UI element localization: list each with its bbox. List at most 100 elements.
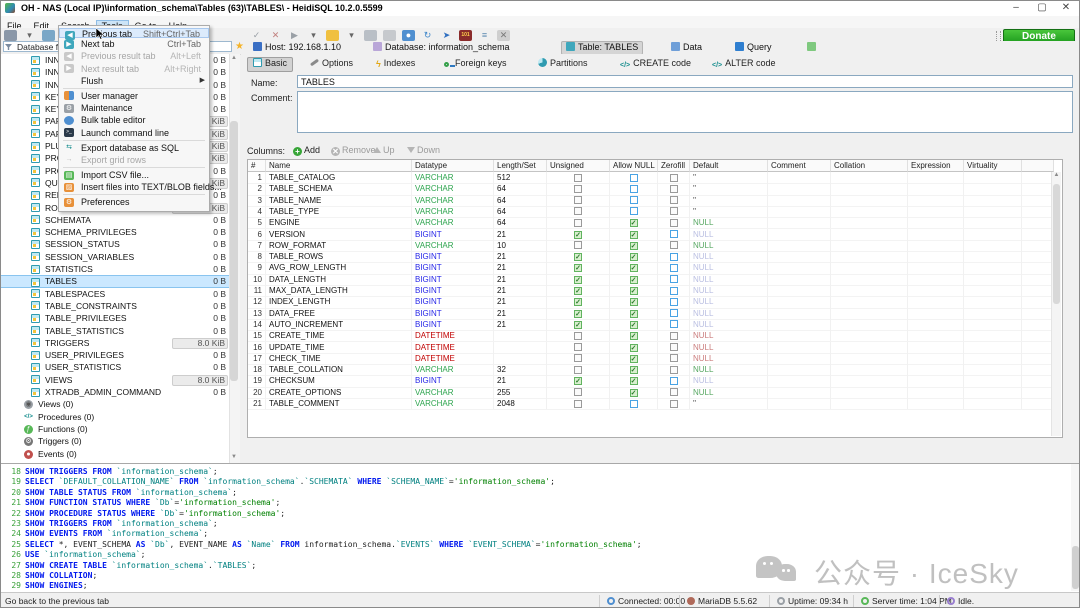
tree-item-table[interactable]: TABLE_CONSTRAINTS0 B [1, 300, 238, 312]
cell[interactable]: '' [690, 398, 768, 409]
cell[interactable]: TABLE_COMMENT [266, 398, 412, 409]
cell[interactable] [768, 330, 831, 341]
cell[interactable]: 3 [248, 195, 266, 206]
cell[interactable]: NULL [690, 375, 768, 386]
menu-item-export-database-as-sql[interactable]: ⇆Export database as SQL [59, 142, 209, 154]
menu-item-bulk-table-editor[interactable]: Bulk table editor [59, 114, 209, 126]
cell[interactable] [831, 353, 908, 364]
cell[interactable]: 12 [248, 296, 266, 307]
cell[interactable]: 19 [248, 375, 266, 386]
cell[interactable] [768, 195, 831, 206]
checkbox-checked[interactable]: ✓ [630, 287, 638, 295]
menu-item-flush[interactable]: Flush▶ [59, 75, 209, 87]
cell[interactable]: CREATE_OPTIONS [266, 387, 412, 398]
checkbox-checked[interactable]: ✓ [574, 321, 582, 329]
cell[interactable]: NULL [690, 262, 768, 273]
cell[interactable]: 21 [494, 375, 547, 386]
checkbox-unchecked[interactable] [630, 185, 638, 193]
search-icon[interactable]: ● [402, 30, 415, 41]
cell[interactable]: BIGINT [412, 251, 494, 262]
tree-scrollbar-thumb[interactable] [230, 121, 238, 381]
cell[interactable] [964, 387, 1022, 398]
cell[interactable] [1022, 285, 1054, 296]
column-header-default[interactable]: Default [690, 160, 768, 172]
cell[interactable] [831, 206, 908, 217]
log-scrollbar-thumb[interactable] [1072, 546, 1079, 589]
cell[interactable]: BIGINT [412, 319, 494, 330]
grid-scroll-up-icon[interactable]: ▲ [1052, 172, 1061, 178]
cell[interactable] [768, 217, 831, 228]
cell[interactable] [831, 217, 908, 228]
refresh-icon[interactable]: ↻ [421, 30, 434, 41]
tree-item-triggers[interactable]: ⚙Triggers (0) [1, 435, 238, 447]
checkbox-disabled[interactable] [670, 343, 678, 351]
tree-item-table[interactable]: SESSION_VARIABLES0 B [1, 251, 238, 263]
checkbox-unchecked[interactable] [670, 253, 678, 261]
cell[interactable] [768, 240, 831, 251]
cell[interactable] [831, 229, 908, 240]
cell[interactable] [964, 342, 1022, 353]
cell[interactable]: BIGINT [412, 262, 494, 273]
cell[interactable]: VARCHAR [412, 217, 494, 228]
cell[interactable]: 1 [248, 172, 266, 183]
cell[interactable]: 9 [248, 262, 266, 273]
column-header-zerofill[interactable]: Zerofill [658, 160, 690, 172]
checkbox-checked[interactable]: ✓ [574, 298, 582, 306]
cell[interactable] [831, 172, 908, 183]
checkbox-checked[interactable]: ✓ [574, 253, 582, 261]
cell[interactable] [831, 296, 908, 307]
scroll-down-icon[interactable]: ▼ [230, 454, 238, 460]
cell[interactable]: UPDATE_TIME [266, 342, 412, 353]
cell[interactable]: VARCHAR [412, 195, 494, 206]
cell[interactable]: TABLE_ROWS [266, 251, 412, 262]
checkbox-disabled[interactable] [574, 366, 582, 374]
grid-scrollbar-thumb[interactable] [1053, 184, 1060, 304]
checkbox-disabled[interactable] [574, 174, 582, 182]
column-header-collation[interactable]: Collation [831, 160, 908, 172]
new-window-icon[interactable] [42, 30, 55, 41]
cell[interactable] [964, 195, 1022, 206]
cell[interactable] [964, 308, 1022, 319]
tree-item-views[interactable]: ◉Views (0) [1, 398, 238, 410]
cell[interactable] [768, 398, 831, 409]
checkbox-disabled[interactable] [670, 354, 678, 362]
cell[interactable]: 21 [494, 274, 547, 285]
checkbox-checked[interactable]: ✓ [630, 276, 638, 284]
checkbox-unchecked[interactable] [630, 207, 638, 215]
cell[interactable] [831, 285, 908, 296]
cell[interactable]: TABLE_SCHEMA [266, 183, 412, 194]
checkbox-disabled[interactable] [670, 366, 678, 374]
cell[interactable]: DATA_LENGTH [266, 274, 412, 285]
cell[interactable]: VERSION [266, 229, 412, 240]
cell[interactable] [1022, 217, 1054, 228]
cell[interactable]: 21 [494, 308, 547, 319]
cell[interactable]: NULL [690, 274, 768, 285]
cell[interactable] [908, 375, 964, 386]
cell[interactable] [908, 274, 964, 285]
menu-item-insert-files-into-text-blob-fields[interactable]: ▨Insert files into TEXT/BLOB fields... [59, 181, 209, 193]
checkbox-checked[interactable]: ✓ [630, 389, 638, 397]
tab-create-code[interactable]: </>CREATE code [615, 57, 696, 70]
sql-log-line[interactable]: 18SHOW TRIGGERS FROM `information_schema… [1, 467, 1080, 477]
checkbox-checked[interactable]: ✓ [574, 377, 582, 385]
checkbox-checked[interactable]: ✓ [630, 344, 638, 352]
cell[interactable] [831, 330, 908, 341]
donate-grip-handle[interactable] [996, 31, 1001, 41]
checkbox-disabled[interactable] [574, 185, 582, 193]
cell[interactable]: VARCHAR [412, 183, 494, 194]
column-header-name[interactable]: Name [266, 160, 412, 172]
cell[interactable]: 16 [248, 342, 266, 353]
tree-item-table[interactable]: TABLE_STATISTICS0 B [1, 325, 238, 337]
table-row[interactable]: 21TABLE_COMMENTVARCHAR2048'' [248, 398, 1054, 410]
cell[interactable] [1022, 330, 1054, 341]
cell[interactable] [1022, 308, 1054, 319]
main-tab-host[interactable]: Host: 192.168.1.10 [249, 41, 345, 53]
menu-item-import-csv-file[interactable]: ▤Import CSV file... [59, 169, 209, 181]
cell[interactable] [768, 285, 831, 296]
cell[interactable]: 14 [248, 319, 266, 330]
cell[interactable] [908, 308, 964, 319]
maximize-button[interactable]: ▢ [1031, 2, 1053, 14]
cell[interactable]: NULL [690, 387, 768, 398]
cell[interactable] [831, 195, 908, 206]
cell[interactable]: DATETIME [412, 353, 494, 364]
